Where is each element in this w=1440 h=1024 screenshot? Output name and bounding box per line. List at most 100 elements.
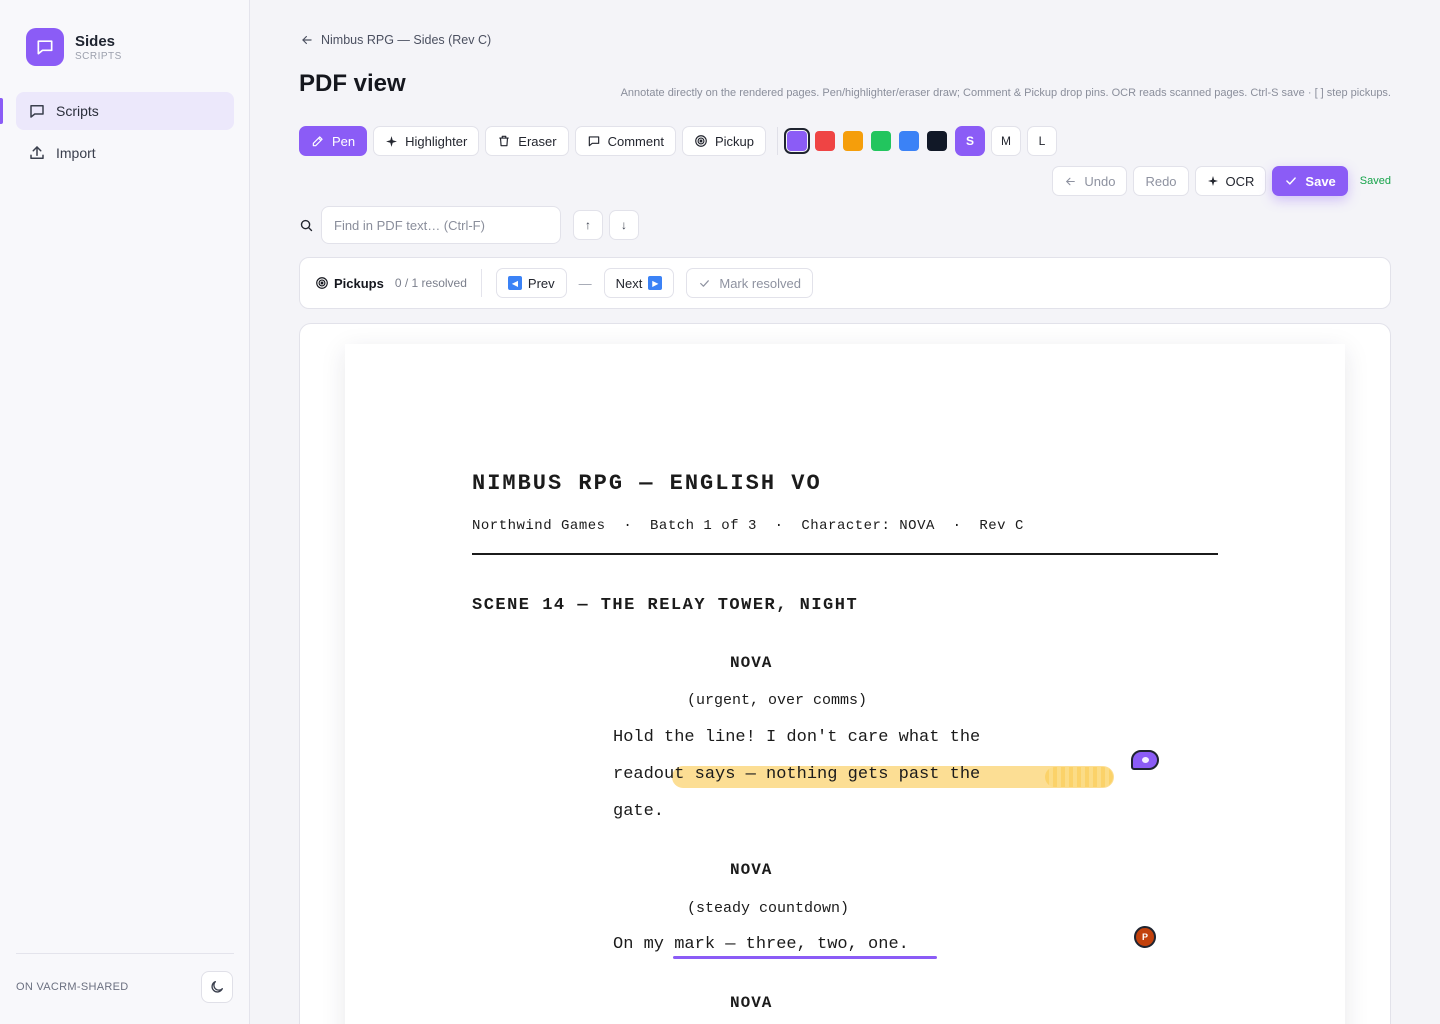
search-input[interactable] — [321, 206, 561, 244]
comment-tool-button[interactable]: Comment — [574, 126, 676, 156]
dialogue-line: Hold the line! I don't care what the — [613, 728, 981, 747]
size-medium-button[interactable]: M — [990, 126, 1021, 156]
color-swatch-black[interactable] — [926, 131, 947, 151]
sidebar: Sides SCRIPTS Scripts Import ON VACRM-SH… — [0, 0, 250, 1024]
check-icon — [1286, 177, 1297, 185]
color-swatch-purple[interactable] — [783, 128, 810, 154]
arrow-left-icon — [1066, 177, 1076, 185]
pickup-pin[interactable]: P — [1134, 926, 1156, 948]
document-title: NIMBUS RPG — ENGLISH VO — [472, 471, 822, 496]
undo-label: Undo — [1084, 173, 1116, 189]
prev-pickup-button[interactable]: ◀ Prev — [495, 268, 567, 298]
save-button[interactable]: Save — [1272, 166, 1348, 196]
pdf-search: ↑ ↓ — [299, 206, 639, 244]
pickups-divider — [480, 269, 482, 297]
target-icon — [316, 277, 328, 289]
color-swatch-blue[interactable] — [898, 131, 919, 151]
sidebar-footer: ON VACRM-SHARED — [16, 953, 234, 1024]
eraser-tool-button[interactable]: Eraser — [485, 126, 569, 156]
moon-icon — [211, 981, 223, 993]
arrow-left-icon — [302, 35, 312, 45]
pickups-title: Pickups — [315, 276, 384, 291]
scene-heading: SCENE 14 — THE RELAY TOWER, NIGHT — [472, 596, 859, 615]
message-square-icon — [30, 105, 44, 118]
search-icon — [300, 219, 313, 231]
comment-pin[interactable] — [1131, 750, 1159, 770]
help-hint: Annotate directly on the rendered pages.… — [620, 87, 1391, 99]
redo-label: Redo — [1145, 173, 1177, 189]
next-pickup-button[interactable]: Next ▶ — [603, 268, 675, 298]
ocr-label: OCR — [1225, 173, 1255, 189]
next-label: Next — [615, 275, 643, 291]
pen-icon — [312, 136, 323, 147]
sidebar-nav: Scripts Import — [0, 92, 234, 176]
character-name: NOVA — [730, 861, 773, 879]
sparkle-icon — [1207, 176, 1218, 186]
highlighter-annotation-tail — [1045, 767, 1113, 787]
brand[interactable]: Sides SCRIPTS — [26, 28, 122, 66]
upload-icon — [30, 146, 44, 159]
redo-button[interactable]: Redo — [1133, 166, 1189, 196]
check-icon — [700, 279, 710, 287]
color-swatch-red[interactable] — [814, 131, 835, 151]
target-icon — [695, 135, 707, 147]
parenthetical: (urgent, over comms) — [687, 692, 868, 709]
sidebar-item-label: Scripts — [56, 103, 99, 119]
pickups-separator: — — [578, 275, 592, 291]
search-next-button[interactable]: ↓ — [609, 210, 639, 240]
dialogue-line: On my mark — three, two, one. — [613, 935, 909, 954]
highlighter-tool-button[interactable]: Highlighter — [373, 126, 480, 156]
sparkle-icon — [386, 135, 398, 147]
pdf-viewer[interactable]: NIMBUS RPG — ENGLISH VO Northwind Games … — [299, 323, 1391, 1024]
ocr-button[interactable]: OCR — [1194, 166, 1267, 196]
pickups-title-label: Pickups — [334, 275, 384, 291]
sidebar-item-scripts[interactable]: Scripts — [0, 92, 234, 130]
main-content: Nimbus RPG — Sides (Rev C) PDF view Anno… — [250, 0, 1440, 1024]
comment-pin-dot — [1141, 757, 1149, 763]
pen-tool-button[interactable]: Pen — [299, 126, 368, 156]
pickups-bar: Pickups 0 / 1 resolved ◀ Prev — Next ▶ M… — [299, 257, 1391, 309]
trash-icon — [499, 135, 509, 147]
app-name: Sides — [75, 32, 116, 50]
size-small-button[interactable]: S — [954, 126, 985, 156]
breadcrumb[interactable]: Nimbus RPG — Sides (Rev C) — [300, 33, 491, 47]
tool-label: Eraser — [518, 133, 557, 149]
tool-label: Comment — [607, 133, 664, 149]
document-actions: Undo Redo OCR Save Saved — [1046, 166, 1391, 196]
pickup-tool-button[interactable]: Pickup — [681, 126, 766, 156]
mark-resolved-button[interactable]: Mark resolved — [686, 268, 814, 298]
sidebar-item-import[interactable]: Import — [16, 134, 234, 172]
comment-icon — [588, 136, 599, 147]
tool-label: Pen — [332, 133, 356, 149]
character-name: NOVA — [730, 994, 773, 1012]
size-large-button[interactable]: L — [1026, 126, 1057, 156]
save-label: Save — [1305, 173, 1336, 189]
sidebar-item-label: Import — [56, 145, 96, 161]
document-meta: Northwind Games · Batch 1 of 3 · Charact… — [472, 518, 1024, 534]
toolbar-divider — [776, 127, 778, 155]
color-swatch-orange[interactable] — [842, 131, 863, 151]
triangle-right-icon: ▶ — [648, 276, 663, 290]
app-subtitle: SCRIPTS — [75, 50, 122, 62]
mark-resolved-label: Mark resolved — [719, 275, 802, 291]
logo-icon — [26, 28, 64, 66]
character-name: NOVA — [730, 654, 773, 672]
undo-button[interactable]: Undo — [1052, 166, 1128, 196]
search-prev-button[interactable]: ↑ — [573, 210, 603, 240]
tool-label: Pickup — [714, 133, 754, 149]
page-title: PDF view — [299, 70, 406, 97]
triangle-left-icon: ◀ — [507, 276, 522, 290]
breadcrumb-label: Nimbus RPG — Sides (Rev C) — [321, 33, 492, 47]
color-swatch-green[interactable] — [870, 131, 891, 151]
document-rule — [472, 553, 1218, 555]
dialogue-line: gate. — [613, 802, 665, 821]
pdf-page[interactable]: NIMBUS RPG — ENGLISH VO Northwind Games … — [345, 344, 1345, 1024]
pickups-count: 0 / 1 resolved — [394, 276, 467, 290]
tool-label: Highlighter — [405, 133, 468, 149]
prev-label: Prev — [527, 275, 555, 291]
pen-underline-annotation[interactable] — [673, 956, 937, 959]
save-status: Saved — [1359, 175, 1391, 187]
theme-toggle-button[interactable] — [201, 971, 233, 1003]
parenthetical: (steady countdown) — [687, 900, 850, 917]
annotation-toolbar: Pen Highlighter Eraser Comment Pickup S … — [299, 126, 1063, 156]
